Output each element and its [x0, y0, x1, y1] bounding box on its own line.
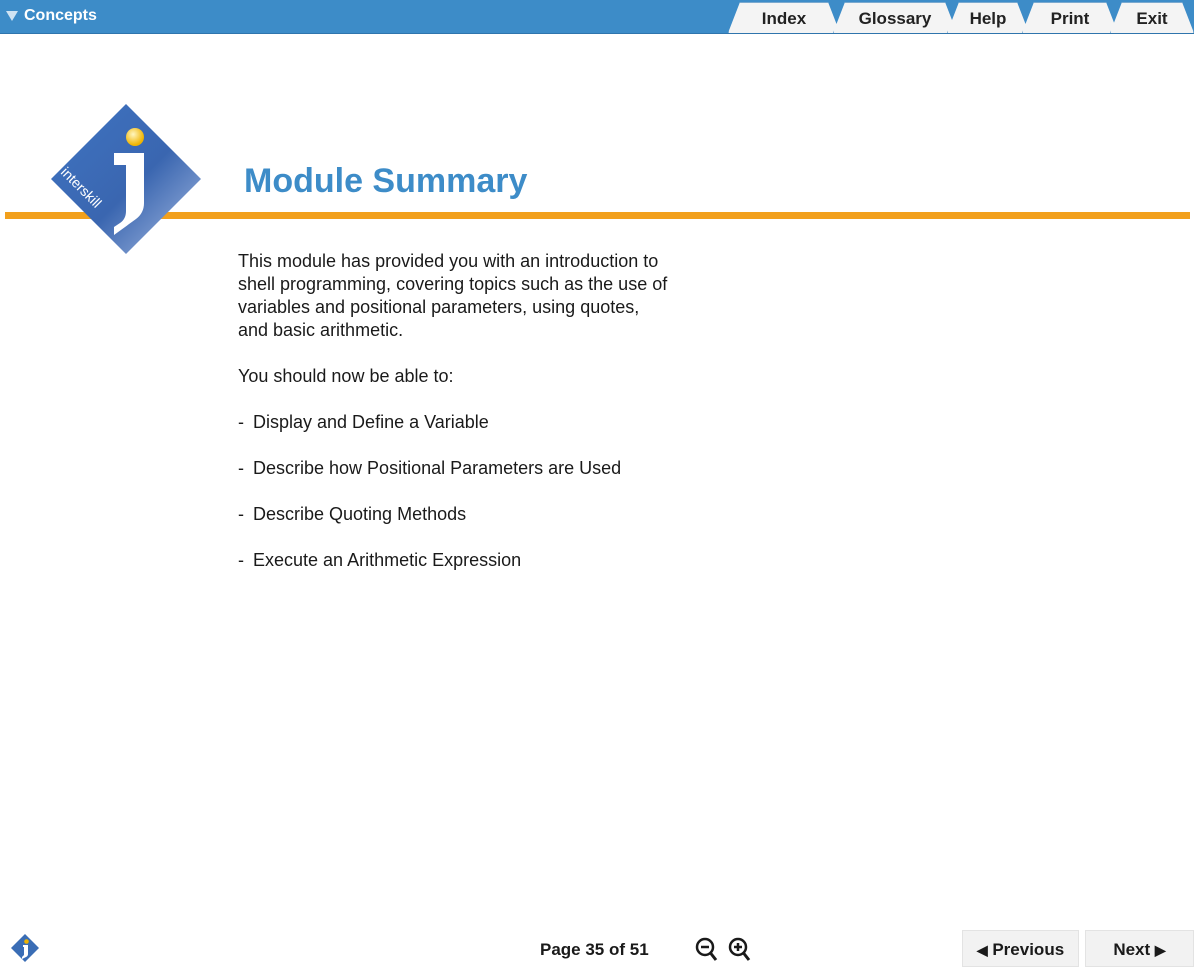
arrow-right-icon: ▶ — [1154, 942, 1166, 958]
lead-text: You should now be able to: — [238, 366, 454, 386]
tab-help[interactable]: Help — [947, 2, 1029, 33]
zoom-out-icon[interactable] — [695, 937, 719, 963]
intro-line: and basic arithmetic. — [238, 320, 404, 340]
tab-print[interactable]: Print — [1022, 2, 1118, 33]
page-title: Module Summary — [244, 162, 528, 200]
tab-index[interactable]: Index — [728, 2, 840, 33]
arrow-left-icon: ◀ — [976, 942, 988, 958]
info-icon[interactable] — [10, 933, 40, 963]
list-item: - Describe Quoting Methods — [238, 504, 467, 524]
previous-button[interactable]: ◀ Previous — [962, 930, 1079, 967]
intro-line: shell programming, covering topics such … — [238, 274, 668, 294]
page-counter: Page 35 of 51 — [540, 940, 649, 959]
concepts-menu-label: Concepts — [24, 7, 97, 24]
concepts-menu-toggle[interactable]: Concepts — [6, 7, 97, 25]
interskill-logo-icon: interskill — [51, 104, 201, 254]
intro-line: variables and positional parameters, usi… — [238, 297, 640, 317]
tab-exit[interactable]: Exit — [1110, 2, 1194, 33]
intro-paragraph: This module has provided you with an int… — [238, 250, 708, 342]
next-button[interactable]: Next ▶ — [1085, 930, 1194, 967]
tab-glossary[interactable]: Glossary — [833, 2, 957, 33]
intro-line: This module has provided you with an int… — [238, 251, 659, 271]
top-navigation-bar: Concepts Index Glossary Help Print Exit — [0, 0, 1194, 34]
list-item: - Describe how Positional Parameters are … — [238, 458, 622, 478]
list-item: - Execute an Arithmetic Expression — [238, 550, 522, 570]
list-item: - Display and Define a Variable — [238, 412, 489, 432]
previous-label: Previous — [992, 940, 1065, 959]
summary-content: This module has provided you with an int… — [238, 250, 708, 595]
zoom-in-icon[interactable] — [728, 937, 752, 963]
next-label: Next — [1113, 940, 1151, 959]
triangle-down-icon — [6, 11, 18, 21]
